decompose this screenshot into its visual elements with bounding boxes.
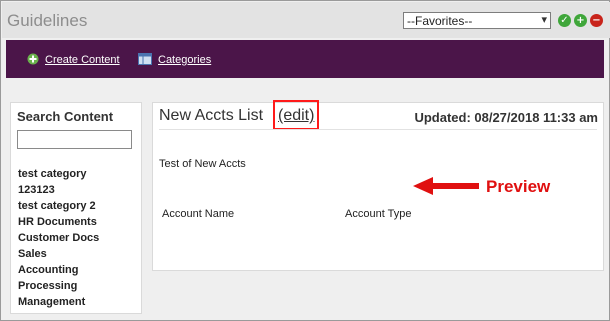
category-item[interactable]: test category	[18, 168, 86, 180]
category-item[interactable]: Accounting	[18, 264, 79, 276]
favorites-select[interactable]: --Favorites-- ▾	[403, 12, 551, 29]
category-item[interactable]: test category 2	[18, 200, 96, 212]
updated-timestamp: Updated: 08/27/2018 11:33 am	[414, 110, 598, 125]
add-icon[interactable]: +	[574, 14, 587, 27]
category-item[interactable]: Sales	[18, 248, 47, 260]
search-content-title: Search Content	[17, 109, 114, 124]
search-input[interactable]	[17, 130, 132, 149]
category-item[interactable]: Processing	[18, 280, 77, 292]
nav-bar: Create Content Categories	[6, 40, 604, 78]
divider	[159, 129, 597, 130]
plus-circle-icon	[27, 53, 39, 68]
favorites-selected-label: --Favorites--	[407, 14, 473, 28]
remove-icon[interactable]: −	[590, 14, 603, 27]
category-item[interactable]: HR Documents	[18, 216, 97, 228]
app-title: Guidelines	[7, 11, 88, 30]
content-description: Test of New Accts	[159, 158, 246, 170]
categories-label: Categories	[158, 54, 212, 66]
title-bar: Guidelines --Favorites-- ▾ ✓ + −	[2, 2, 610, 38]
category-item[interactable]: Customer Docs	[18, 232, 99, 244]
create-content-label: Create Content	[45, 54, 120, 66]
app-window: Guidelines --Favorites-- ▾ ✓ + − Create …	[0, 0, 610, 321]
edit-highlight-box: (edit)	[273, 100, 319, 130]
edit-link[interactable]: (edit)	[278, 107, 314, 125]
chevron-down-icon: ▾	[541, 14, 547, 26]
preview-annotation: Preview	[486, 177, 551, 196]
search-content-panel: Search Content test category 123123 test…	[10, 102, 142, 314]
create-content-link[interactable]: Create Content	[27, 52, 120, 68]
content-title: New Accts List	[159, 107, 264, 124]
left-arrow-icon	[413, 176, 479, 201]
approve-icon[interactable]: ✓	[558, 14, 571, 27]
categories-icon	[138, 52, 152, 68]
category-item[interactable]: Management	[18, 296, 85, 308]
column-header-account-name: Account Name	[162, 208, 235, 220]
categories-link[interactable]: Categories	[138, 52, 211, 68]
category-item[interactable]: 123123	[18, 184, 55, 196]
column-header-account-type: Account Type	[345, 208, 412, 220]
